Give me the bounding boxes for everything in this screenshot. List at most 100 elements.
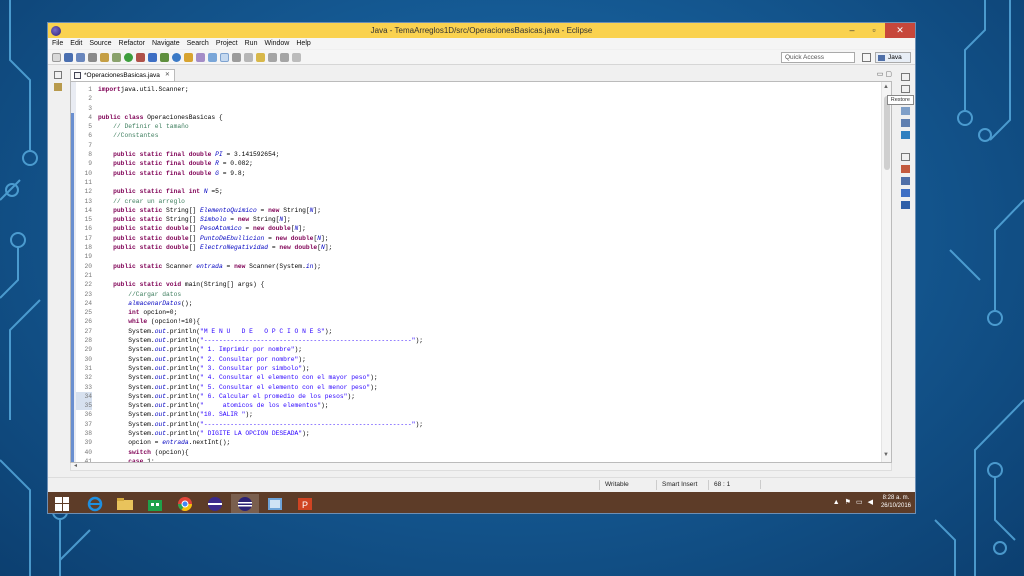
menu-project[interactable]: Project [216,40,238,47]
clock[interactable]: 8:28 a. m. 26/10/2016 [881,494,911,510]
minimize-editor-icon[interactable]: ▭ [877,71,884,78]
open-folder-icon[interactable] [184,52,193,62]
code-line[interactable]: 28 System.out.println("-----------------… [71,336,881,346]
file-explorer-icon[interactable] [111,494,139,513]
code-line[interactable]: 9 public static final double R = 0.082; [71,159,881,169]
code-line[interactable]: 31 System.out.println(" 3. Consultar por… [71,363,881,374]
menu-run[interactable]: Run [245,40,258,47]
internet-explorer-icon[interactable] [81,494,109,513]
outline-icon[interactable] [900,107,910,115]
scroll-left-icon[interactable]: ◂ [74,462,77,469]
maximize-view-icon[interactable] [900,85,910,93]
code-line[interactable]: 36 System.out.println("10. SALIR "); [71,410,881,420]
block-selection-icon[interactable] [244,52,253,62]
close-tab-icon[interactable]: ✕ [165,70,170,81]
back-icon[interactable] [268,52,277,62]
code-line[interactable]: 1 importjava.util.Scanner; [76,85,881,94]
maximize-editor-icon[interactable]: ▢ [885,71,892,78]
java-perspective-button[interactable]: Java [875,52,911,63]
restore-view-icon-right[interactable] [900,73,910,81]
restore-view-icon[interactable] [54,71,62,79]
scroll-up-icon[interactable]: ▲ [883,84,889,90]
whitespace-icon[interactable] [232,52,241,62]
flag-icon[interactable]: ⚑ [845,498,851,506]
code-line[interactable]: 25 int opcion=0; [71,308,881,318]
code-line[interactable]: 7 [71,140,881,151]
menu-window[interactable]: Window [264,40,289,47]
code-line[interactable]: 13 // crear un arreglo [71,196,881,207]
code-line[interactable]: 35 System.out.println(" atomicos de los … [71,401,881,411]
code-line[interactable]: 2 [76,94,881,103]
code-editor[interactable]: 1 importjava.util.Scanner; 2 3 4 public class… [70,81,892,463]
highlight-icon[interactable] [220,52,229,62]
pin-icon[interactable] [292,52,301,62]
editor-horizontal-scrollbar[interactable]: ◂ [70,463,892,471]
quick-access-field[interactable]: Quick Access [781,52,855,63]
code-line[interactable]: 16 public static double[] PesoAtomico = … [71,224,881,235]
forward-icon[interactable] [280,52,289,62]
code-line[interactable]: 32 System.out.println(" 4. Consultar el … [71,373,881,383]
hierarchy-icon[interactable] [900,131,910,139]
code-line[interactable]: 24 almacenarDatos(); [71,298,881,309]
code-line[interactable]: 18 public static double[] ElectroNegativ… [71,243,881,253]
code-line[interactable]: 4 public class OperacionesBasicas { [71,112,881,123]
code-line[interactable]: 17 public static double[] PuntoDeEbullic… [71,233,881,244]
package-explorer-icon[interactable] [54,83,62,91]
menu-file[interactable]: File [52,40,63,47]
code-line[interactable]: 15 public static String[] Simbolo = new … [71,215,881,225]
open-perspective-icon[interactable] [862,53,871,62]
powerpoint-icon[interactable]: P [291,494,319,513]
problems-icon[interactable] [900,165,910,173]
save-all-icon[interactable] [76,52,85,62]
code-line[interactable]: 34 System.out.println(" 6. Calcular el p… [71,391,881,402]
print-icon[interactable] [88,52,97,62]
open-type-icon[interactable] [100,52,109,62]
store-icon[interactable] [141,494,169,513]
eclipse-mars-icon[interactable] [201,494,229,513]
menu-source[interactable]: Source [89,40,111,47]
code-line[interactable]: 21 [71,270,881,281]
toggle-mark-icon[interactable] [208,52,217,62]
javadoc-icon[interactable] [900,177,910,185]
code-line[interactable]: 22 public static void main(String[] args… [71,280,881,290]
code-line[interactable]: 33 System.out.println(" 5. Consultar el … [71,382,881,393]
new-class-icon[interactable] [172,52,181,62]
code-line[interactable]: 19 [71,252,881,262]
code-line[interactable]: 6 //Constantes [71,131,881,142]
eclipse-taskbar-icon[interactable] [231,494,259,513]
scrollbar-thumb[interactable] [884,96,890,170]
photos-icon[interactable] [261,494,289,513]
code-line[interactable]: 8 public static final double PI = 3.1415… [71,150,881,160]
code-line[interactable]: 37 System.out.println("-----------------… [71,419,881,430]
new-icon[interactable] [52,52,61,62]
menu-help[interactable]: Help [296,40,310,47]
code-line[interactable]: 14 public static String[] ElementoQuimic… [71,205,881,216]
start-button[interactable] [48,494,76,513]
run-icon[interactable] [124,52,133,62]
code-line[interactable]: 20 public static Scanner entrada = new S… [71,261,881,272]
code-line[interactable]: 38 System.out.println(" DIGITE LA OPCION… [71,428,881,439]
scroll-down-icon[interactable]: ▼ [883,452,889,458]
code-line[interactable]: 26 while (opcion!=10){ [71,317,881,328]
minimize-button[interactable]: – [841,23,863,38]
declaration-icon[interactable] [900,189,910,197]
new-java-project-icon[interactable] [148,52,157,62]
close-button[interactable]: ✕ [885,23,915,38]
menu-search[interactable]: Search [187,40,209,47]
code-line[interactable]: 3 [76,104,881,113]
console-icon[interactable] [900,201,910,209]
search-icon[interactable] [196,52,205,62]
code-line[interactable]: 11 [71,177,881,188]
restore-button[interactable]: ▫ [863,23,885,38]
menu-edit[interactable]: Edit [70,40,82,47]
code-line[interactable]: 23 //Cargar datos [71,289,881,300]
network-icon[interactable]: ▭ [856,498,863,506]
editor-tab-operacionesbasicas[interactable]: *OperacionesBasicas.java ✕ [70,69,175,81]
save-icon[interactable] [64,52,73,62]
new-package-icon[interactable] [160,52,169,62]
code-line[interactable]: 30 System.out.println(" 2. Consultar por… [71,354,881,365]
code-line[interactable]: 5 // Definir el tamaño [71,122,881,132]
debug-icon[interactable] [112,52,121,62]
code-line[interactable]: 39 opcion = entrada.nextInt(); [71,438,881,448]
editor-vertical-scrollbar[interactable]: ▲ ▼ [881,82,891,462]
